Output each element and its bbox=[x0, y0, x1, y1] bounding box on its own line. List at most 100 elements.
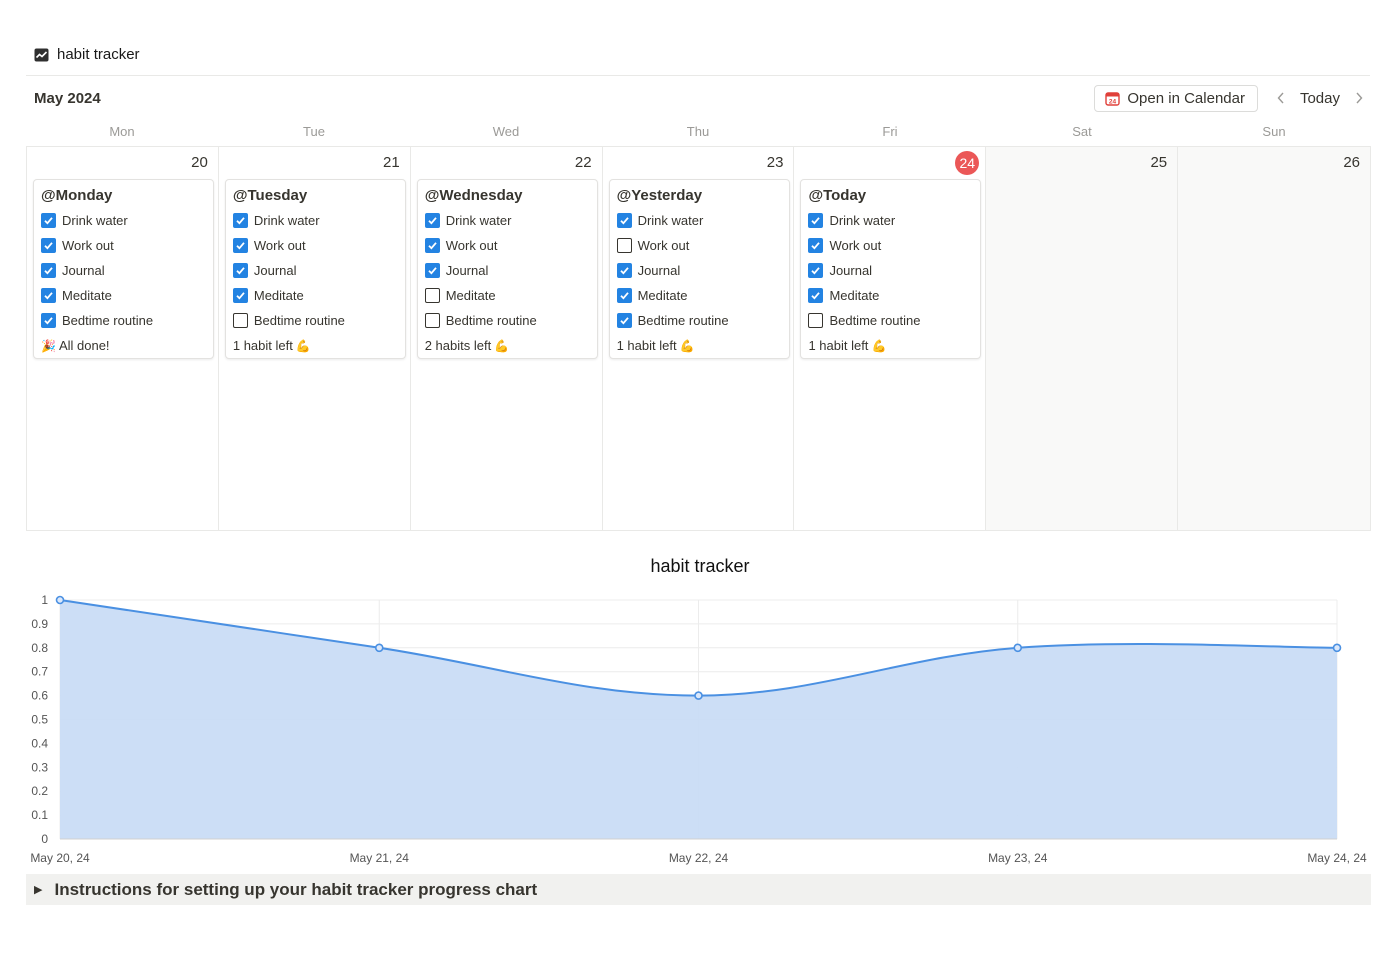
next-week-button[interactable] bbox=[1348, 86, 1370, 110]
habit-row: Drink water bbox=[424, 208, 590, 233]
habit-label: Meditate bbox=[829, 288, 880, 303]
habit-label: Drink water bbox=[637, 213, 704, 228]
habit-card[interactable]: @Wednesday Drink water Work out Journal Medi… bbox=[416, 179, 598, 359]
habit-label: Work out bbox=[445, 238, 498, 253]
card-title: @Yesterday bbox=[616, 187, 703, 204]
flexed-biceps-icon: 💪 bbox=[494, 338, 510, 353]
card-title: @Tuesday bbox=[232, 187, 308, 204]
triangle-right-icon: ▶ bbox=[34, 884, 43, 896]
habit-row: Drink water bbox=[616, 208, 782, 233]
card-title: @Wednesday bbox=[424, 187, 523, 204]
habit-status-text: 2 habits left bbox=[424, 338, 492, 353]
habit-row: Journal bbox=[616, 258, 782, 283]
y-tick-label: 0.6 bbox=[31, 689, 48, 703]
y-tick-label: 1 bbox=[41, 593, 48, 607]
checkbox-checked[interactable] bbox=[232, 263, 248, 278]
habit-status-text: 1 habit left bbox=[808, 338, 869, 353]
x-tick-label: May 23, 24 bbox=[988, 851, 1048, 865]
checkbox-checked[interactable] bbox=[41, 238, 56, 253]
checkbox-checked[interactable] bbox=[808, 213, 824, 228]
habit-row: Meditate bbox=[424, 283, 590, 308]
checkbox-checked[interactable] bbox=[424, 238, 440, 253]
day-number: 23 bbox=[766, 154, 784, 171]
day-cell[interactable]: 20 @Monday Drink water Work out Journal Medit… bbox=[27, 147, 219, 530]
checkbox-checked[interactable] bbox=[808, 238, 824, 253]
habit-label: Meditate bbox=[62, 288, 112, 303]
habit-status-text: 1 habit left bbox=[616, 338, 677, 353]
checkbox-checked[interactable] bbox=[41, 213, 56, 228]
habit-card[interactable]: @Monday Drink water Work out Journal Meditat… bbox=[33, 179, 214, 359]
checkbox-unchecked[interactable] bbox=[424, 313, 440, 328]
habit-label: Bedtime routine bbox=[637, 313, 729, 328]
instructions-toggle[interactable]: ▶ Instructions for setting up your habit… bbox=[26, 874, 1371, 905]
habit-label: Drink water bbox=[829, 213, 896, 228]
checkbox-checked[interactable] bbox=[808, 288, 824, 303]
checkbox-checked[interactable] bbox=[41, 288, 56, 303]
chart-title: habit tracker bbox=[650, 556, 750, 576]
y-tick-label: 0.9 bbox=[31, 617, 48, 631]
flexed-biceps-icon: 💪 bbox=[679, 338, 695, 353]
day-cell[interactable]: 24 @Today Drink water Work out Journal Medita… bbox=[794, 147, 987, 530]
header-divider bbox=[26, 75, 1370, 76]
day-cell[interactable]: 23 @Yesterday Drink water Work out Journal Me… bbox=[603, 147, 795, 530]
habit-label: Meditate bbox=[445, 288, 496, 303]
habit-label: Journal bbox=[445, 263, 489, 278]
day-cell[interactable]: 25 bbox=[986, 147, 1179, 530]
party-popper-icon: 🎉 bbox=[41, 338, 56, 353]
habit-label: Journal bbox=[829, 263, 873, 278]
day-cell[interactable]: 22 @Wednesday Drink water Work out Journal Me… bbox=[411, 147, 603, 530]
x-tick-label: May 24, 24 bbox=[1307, 851, 1367, 865]
habit-label: Work out bbox=[253, 238, 306, 253]
habit-status: 1 habit left 💪 bbox=[233, 333, 398, 358]
y-tick-label: 0.3 bbox=[31, 760, 48, 774]
habit-label: Journal bbox=[253, 263, 297, 278]
habit-status: 2 habits left 💪 bbox=[425, 333, 590, 358]
checkbox-unchecked[interactable] bbox=[616, 238, 632, 253]
svg-text:24: 24 bbox=[1109, 98, 1117, 105]
checkbox-checked[interactable] bbox=[232, 213, 248, 228]
checkbox-checked[interactable] bbox=[616, 263, 632, 278]
checkbox-checked[interactable] bbox=[232, 288, 248, 303]
habit-row: Meditate bbox=[41, 283, 206, 308]
checkbox-checked[interactable] bbox=[232, 238, 248, 253]
day-number: 21 bbox=[383, 154, 400, 171]
checkbox-unchecked[interactable] bbox=[232, 313, 248, 328]
checkbox-checked[interactable] bbox=[616, 288, 632, 303]
habit-label: Bedtime routine bbox=[62, 313, 154, 328]
habit-status: 1 habit left 💪 bbox=[617, 333, 782, 358]
y-tick-label: 0.7 bbox=[31, 665, 48, 679]
day-number: 20 bbox=[191, 154, 208, 171]
weekday-label: Thu bbox=[686, 124, 710, 139]
checkbox-checked[interactable] bbox=[41, 263, 56, 278]
checkbox-checked[interactable] bbox=[616, 213, 632, 228]
checkbox-unchecked[interactable] bbox=[424, 288, 440, 303]
habit-card[interactable]: @Tuesday Drink water Work out Journal Medita… bbox=[224, 179, 406, 359]
checkbox-checked[interactable] bbox=[808, 263, 824, 278]
y-tick-label: 0.4 bbox=[31, 736, 48, 750]
progress-chart: 0 0.1 0.2 0.3 0.4 0.5 0.6 0.7 0.8 0.9 1 May 20, 24 M… bbox=[30, 593, 1367, 865]
habit-card[interactable]: @Yesterday Drink water Work out Journal Medi… bbox=[608, 179, 790, 359]
habit-row: Drink water bbox=[808, 208, 973, 233]
habit-card[interactable]: @Today Drink water Work out Journal Meditate… bbox=[800, 179, 982, 359]
checkbox-checked[interactable] bbox=[41, 313, 56, 328]
prev-week-button[interactable] bbox=[1270, 86, 1292, 110]
checkbox-unchecked[interactable] bbox=[808, 313, 824, 328]
checkbox-checked[interactable] bbox=[424, 213, 440, 228]
habit-row: Bedtime routine bbox=[41, 308, 206, 333]
habit-label: Drink water bbox=[445, 213, 512, 228]
checkbox-checked[interactable] bbox=[616, 313, 632, 328]
habit-row: Journal bbox=[232, 258, 398, 283]
checkbox-checked[interactable] bbox=[424, 263, 440, 278]
day-cell[interactable]: 21 @Tuesday Drink water Work out Journal Medi… bbox=[219, 147, 411, 530]
habit-status-text: 1 habit left bbox=[232, 338, 293, 353]
today-button[interactable]: Today bbox=[1292, 90, 1348, 107]
page-header: habit tracker bbox=[34, 46, 140, 63]
habit-row: Bedtime routine bbox=[808, 308, 973, 333]
habit-label: Drink water bbox=[253, 213, 320, 228]
today-badge: 24 bbox=[955, 151, 980, 175]
y-tick-label: 0.2 bbox=[31, 784, 48, 798]
habit-label: Journal bbox=[62, 263, 105, 278]
weekday-label: Mon bbox=[109, 124, 135, 139]
day-cell[interactable]: 26 bbox=[1178, 147, 1371, 530]
open-in-calendar-button[interactable]: 24 Open in Calendar bbox=[1094, 84, 1258, 112]
